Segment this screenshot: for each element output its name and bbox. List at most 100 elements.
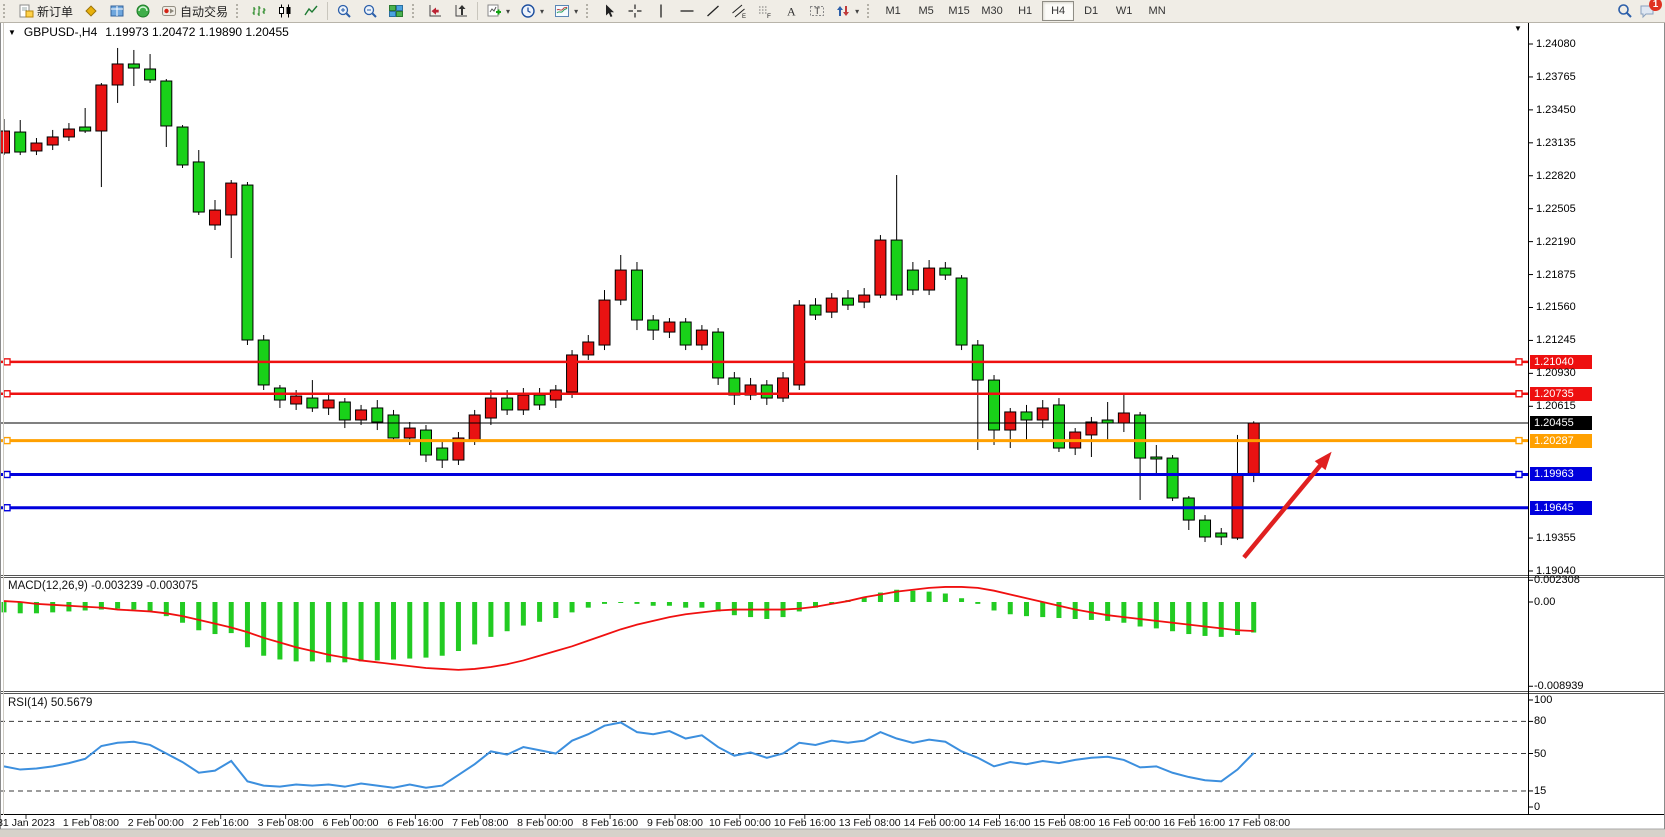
bar-chart-icon [251,3,267,19]
vertical-line-tool-button[interactable] [648,0,674,22]
macd-histogram-bar [131,602,136,610]
search-icon[interactable] [1617,3,1633,19]
tile-windows-button[interactable] [383,0,409,22]
hline-handle[interactable] [4,471,10,477]
macd-axis-label: 0.002308 [1534,574,1580,587]
timeframe-m5[interactable]: M5 [910,1,942,21]
svg-text:A: A [787,5,796,19]
candle-body [1005,412,1016,430]
line-chart-mode-button[interactable] [298,0,324,22]
macd-histogram-bar [732,602,737,615]
timeframe-w1[interactable]: W1 [1108,1,1140,21]
equidistant-channel-tool-button[interactable]: E [726,0,752,22]
zoom-out-button[interactable] [357,0,383,22]
period-button[interactable]: ▾ [515,0,549,22]
timeframe-h4[interactable]: H4 [1042,1,1074,21]
trendline-tool-button[interactable] [700,0,726,22]
rsi-axis-label: 80 [1534,715,1546,728]
macd-histogram-bar [992,602,997,610]
rsi-axis-label: 0 [1534,801,1540,814]
macd-histogram-bar [797,602,802,611]
candle-body [1086,422,1097,435]
new-order-button[interactable]: 新订单 [13,0,78,22]
hline-handle[interactable] [1516,471,1522,477]
hline-handle[interactable] [1516,438,1522,444]
market-depth-button[interactable] [104,0,130,22]
text-tool-button[interactable]: A [778,0,804,22]
toolbar: 新订单 自动交易 [0,0,1665,23]
chart-canvas[interactable] [0,0,1665,837]
notifications-button[interactable]: 1 [1639,3,1655,19]
hline-handle[interactable] [1516,391,1522,397]
macd-histogram-bar [488,602,493,637]
hline-handle[interactable] [4,391,10,397]
svg-text:E: E [742,14,746,19]
clock-icon [520,3,536,19]
macd-histogram-bar [18,602,23,613]
time-axis-label: 10 Feb 00:00 [709,817,771,829]
dropdown-caret: ▾ [540,7,544,16]
arrows-icon [835,3,851,19]
price-tick-label: 1.19355 [1536,532,1576,545]
macd-histogram-bar [1105,602,1110,621]
horizontal-line-tool-button[interactable] [674,0,700,22]
macd-axis-label: -0.008939 [1534,680,1584,693]
macd-histogram-bar [1121,602,1126,623]
macd-histogram-bar [245,602,250,647]
candle-body [891,240,902,295]
svg-text:F: F [767,13,771,19]
price-tick-label: 1.22505 [1536,203,1576,216]
macd-histogram-bar [148,602,153,611]
candlestick-mode-button[interactable] [272,0,298,22]
candle-body [664,322,675,332]
chart-menu-arrow-icon[interactable]: ▼ [8,28,16,37]
macd-histogram-bar [683,602,688,608]
scroll-end-marker-icon[interactable]: ▼ [1514,24,1522,33]
profile-previous-button[interactable] [422,0,448,22]
zoom-in-button[interactable] [331,0,357,22]
timeframe-h1[interactable]: H1 [1009,1,1041,21]
fibonacci-tool-button[interactable]: F [752,0,778,22]
macd-histogram-bar [440,602,445,656]
toolbar-grip[interactable] [867,4,874,18]
time-axis-label: 14 Feb 00:00 [904,817,966,829]
profile-next-button[interactable] [448,0,474,22]
rsi-axis-label: 50 [1534,748,1546,761]
crosshair-tool-button[interactable] [622,0,648,22]
hline-handle[interactable] [4,438,10,444]
toolbar-grip[interactable] [236,4,243,18]
toolbar-grip[interactable] [586,4,593,18]
candle-body [842,298,853,305]
time-axis-label: 2 Feb 16:00 [193,817,249,829]
candle-body [794,305,805,385]
hline-handle[interactable] [1516,359,1522,365]
new-order-label: 新订单 [37,3,73,20]
price-tick-label: 1.21245 [1536,334,1576,347]
toolbar-grip[interactable] [3,4,10,18]
timeframe-m15[interactable]: M15 [943,1,975,21]
template-button[interactable]: ▾ [549,0,583,22]
toolbar-grip[interactable] [412,4,419,18]
macd-histogram-bar [407,602,412,659]
bar-chart-mode-button[interactable] [246,0,272,22]
price-tick-label: 1.20615 [1536,400,1576,413]
auto-trading-button[interactable]: 自动交易 [156,0,233,22]
arrows-tool-button[interactable]: ▾ [830,0,864,22]
candle-body [1135,415,1146,458]
market-watch-button[interactable] [78,0,104,22]
price-tick-label: 1.22820 [1536,170,1576,183]
community-button[interactable] [130,0,156,22]
candle-body [778,378,789,398]
price-tick-label: 1.20930 [1536,367,1576,380]
candle-body [1021,412,1032,420]
hline-handle[interactable] [4,505,10,511]
timeframe-d1[interactable]: D1 [1075,1,1107,21]
candle-body [761,385,772,398]
cursor-tool-button[interactable] [596,0,622,22]
timeframe-m30[interactable]: M30 [976,1,1008,21]
text-label-tool-button[interactable]: T [804,0,830,22]
new-chart-button[interactable]: ▾ [481,0,515,22]
timeframe-m1[interactable]: M1 [877,1,909,21]
timeframe-mn[interactable]: MN [1141,1,1173,21]
hline-handle[interactable] [4,359,10,365]
